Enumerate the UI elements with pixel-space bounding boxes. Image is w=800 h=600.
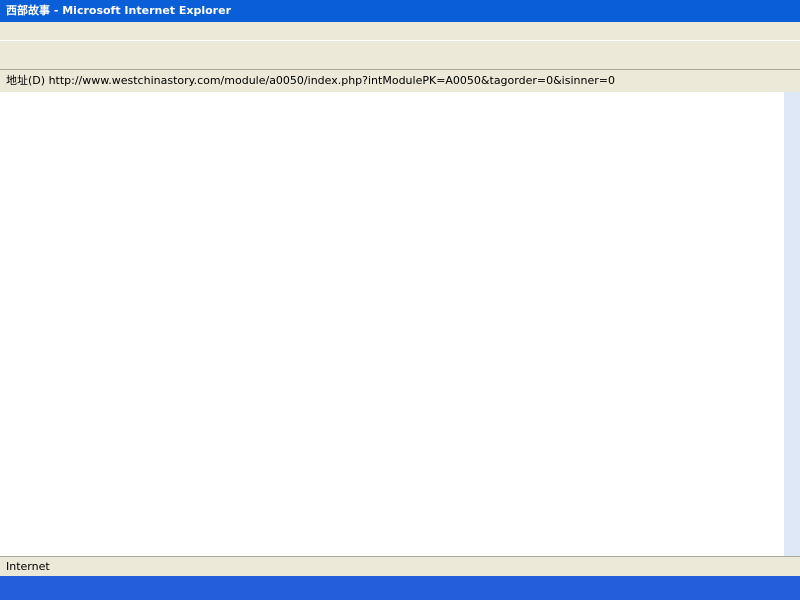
taskbar[interactable] [0,576,800,600]
window-titlebar: 西部故事 - Microsoft Internet Explorer [0,0,800,22]
menu-bar[interactable] [0,22,800,40]
page-content [0,92,784,556]
vertical-scrollbar[interactable] [784,92,800,556]
address-url[interactable]: http://www.westchinastory.com/module/a00… [49,74,615,87]
browser-toolbar[interactable] [0,40,800,70]
address-label: 地址(D) [6,74,46,87]
status-bar: Internet [0,556,800,577]
address-bar[interactable]: 地址(D) http://www.westchinastory.com/modu… [0,70,800,93]
